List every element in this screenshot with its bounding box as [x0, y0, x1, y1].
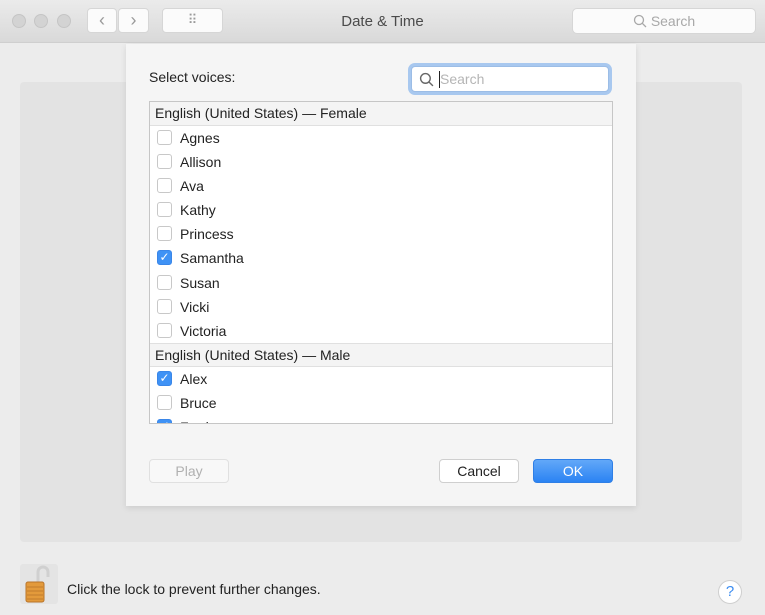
voice-name: Alex: [180, 370, 208, 387]
voice-name: Agnes: [180, 130, 220, 146]
voice-row[interactable]: Allison: [150, 150, 612, 174]
text-cursor: [439, 71, 440, 88]
voice-name: Victoria: [180, 322, 227, 339]
help-icon: ?: [725, 583, 735, 600]
voice-row[interactable]: Victoria: [150, 319, 612, 343]
voice-checkbox[interactable]: [157, 394, 172, 410]
ok-button[interactable]: OK: [533, 459, 613, 483]
play-button[interactable]: Play: [149, 459, 229, 483]
lock-message: Click the lock to prevent further change…: [67, 581, 321, 597]
checkmark-icon: ✓: [159, 250, 170, 265]
voice-row[interactable]: Ava: [150, 174, 612, 198]
voice-row[interactable]: ✓ Samantha: [150, 246, 612, 270]
voice-checkbox[interactable]: [157, 322, 172, 338]
search-icon: [633, 14, 647, 28]
voice-checkbox[interactable]: [157, 274, 172, 290]
voice-checkbox[interactable]: ✓: [157, 250, 172, 266]
voice-search-input[interactable]: Search: [411, 66, 609, 92]
voice-checkbox[interactable]: ✓: [157, 370, 172, 386]
voice-row[interactable]: ✓ Alex: [150, 367, 612, 391]
select-voices-label: Select voices:: [149, 69, 236, 85]
voice-row[interactable]: Bruce: [150, 391, 612, 415]
voice-checkbox[interactable]: [157, 202, 172, 218]
unlocked-padlock-icon: [25, 565, 50, 603]
checkmark-icon: ✓: [159, 419, 169, 423]
voice-name: Fred: [180, 419, 209, 423]
voice-list[interactable]: English (United States) — Female Agnes All…: [149, 101, 613, 424]
voice-checkbox[interactable]: [157, 178, 172, 194]
search-icon: [419, 72, 434, 87]
voice-row[interactable]: Vicki: [150, 295, 612, 319]
voice-name: Bruce: [180, 394, 217, 411]
voice-row[interactable]: Princess: [150, 222, 612, 246]
voice-checkbox[interactable]: [157, 130, 172, 145]
voice-search-placeholder: Search: [440, 71, 485, 87]
voice-name: Susan: [180, 274, 220, 291]
voice-row[interactable]: ✓ Fred: [150, 415, 612, 423]
voice-name: Ava: [180, 178, 204, 195]
voice-row[interactable]: Susan: [150, 271, 612, 295]
voice-checkbox[interactable]: [157, 226, 172, 242]
help-button[interactable]: ?: [718, 580, 742, 604]
voice-checkbox[interactable]: ✓: [157, 419, 172, 423]
voice-name: Allison: [180, 154, 222, 171]
voice-checkbox[interactable]: [157, 298, 172, 314]
toolbar-search-field[interactable]: Search: [572, 8, 756, 34]
voice-group-header: English (United States) — Male: [150, 342, 612, 367]
voice-row[interactable]: Agnes: [150, 126, 612, 150]
voice-row[interactable]: Kathy: [150, 198, 612, 222]
voice-name: Vicki: [180, 298, 210, 315]
voice-name: Kathy: [180, 202, 216, 219]
lock-button[interactable]: [20, 564, 58, 604]
cancel-button[interactable]: Cancel: [439, 459, 519, 483]
voice-name: Princess: [180, 226, 234, 243]
voice-group-header: English (United States) — Female: [150, 102, 612, 126]
voice-checkbox[interactable]: [157, 154, 172, 170]
title-bar: ‹ › ⠿ Date & Time Search: [0, 0, 765, 43]
toolbar-search-placeholder: Search: [650, 13, 696, 29]
checkmark-icon: ✓: [159, 370, 170, 385]
voice-name: Samantha: [180, 250, 244, 267]
